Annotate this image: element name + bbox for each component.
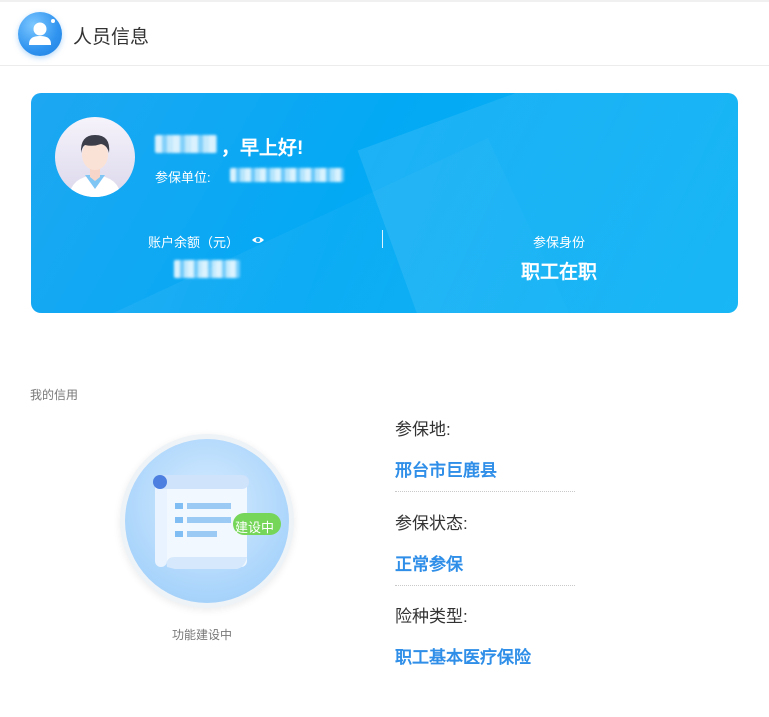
greeting-text: ，早上好!: [221, 138, 304, 159]
insurance-type-value: 职工基本医疗保险: [395, 648, 531, 667]
avatar: [55, 117, 135, 197]
building-badge: 建设中: [235, 520, 275, 535]
balance-value-masked: [174, 260, 240, 278]
credit-section-title: 我的信用: [30, 388, 79, 402]
profile-card: ，早上好! 参保单位: 账户余额（元） 参保身份 职工在职: [31, 93, 738, 313]
insured-status-label: 参保状态:: [395, 514, 468, 533]
balance-label: 账户余额（元）: [148, 235, 240, 250]
stat-divider: [382, 230, 383, 248]
insured-status-value: 正常参保: [395, 555, 463, 574]
insured-place-value: 邢台市巨鹿县: [395, 461, 497, 480]
page-title: 人员信息: [73, 27, 150, 48]
user-name-masked: [155, 135, 217, 153]
insured-unit-label: 参保单位:: [155, 170, 211, 185]
eye-icon[interactable]: [251, 234, 265, 246]
info-divider: [395, 585, 575, 586]
page-header: 人员信息: [0, 2, 769, 66]
insurance-type-label: 险种类型:: [395, 607, 468, 626]
illustration-caption: 功能建设中: [172, 628, 233, 642]
insured-place-label: 参保地:: [395, 420, 451, 439]
insured-unit-masked: [230, 168, 344, 182]
identity-value: 职工在职: [521, 262, 598, 283]
credit-illustration: 建设中: [120, 434, 294, 608]
user-icon: [18, 12, 62, 56]
info-divider: [395, 491, 575, 492]
identity-label: 参保身份: [533, 235, 586, 250]
